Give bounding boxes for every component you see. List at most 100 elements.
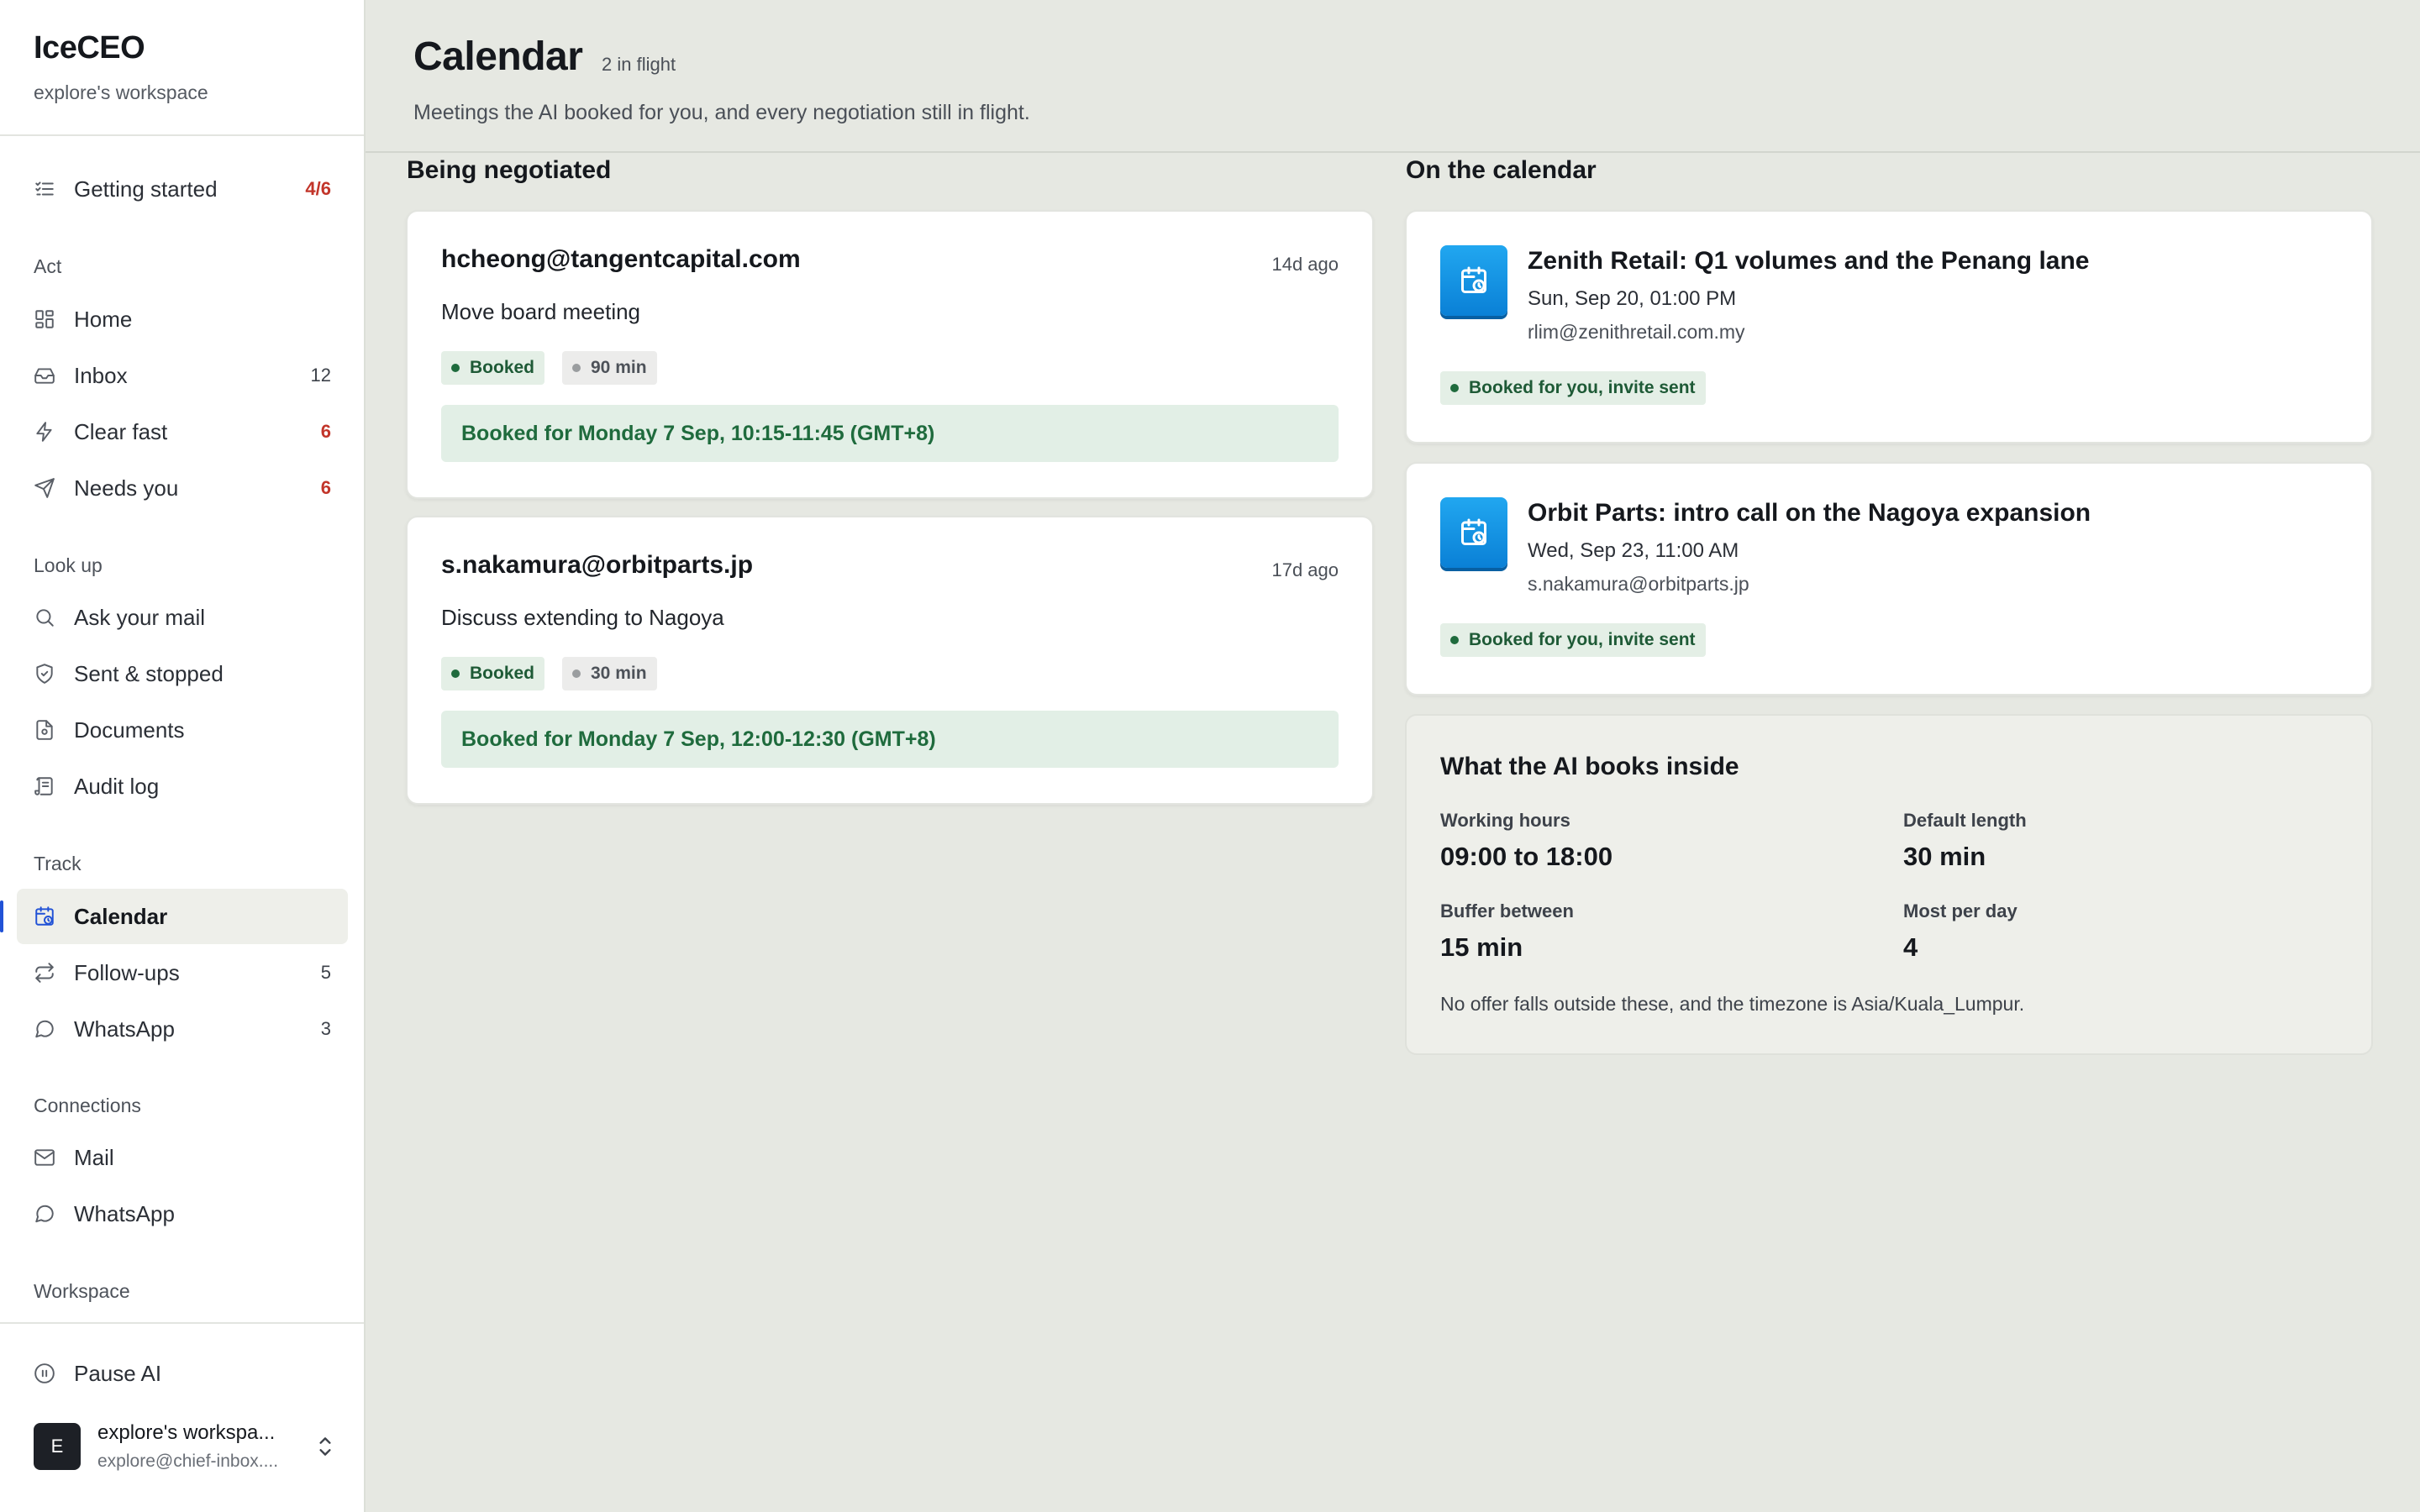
negotiated-heading: Being negotiated (407, 156, 612, 184)
meeting-subject: Discuss extending to Nagoya (441, 605, 724, 630)
grid-icon (34, 308, 55, 330)
chat-bubble-icon (34, 1018, 55, 1040)
sidebar-item-whatsapp[interactable]: WhatsApp 3 (17, 1001, 348, 1057)
negotiation-card[interactable]: hcheong@tangentcapital.com 14d ago Move … (406, 210, 1374, 499)
sidebar-item-follow-ups[interactable]: Follow-ups 5 (17, 945, 348, 1000)
sidebar-item-sent-stopped[interactable]: Sent & stopped (17, 646, 348, 701)
sidebar-item-label: Needs you (74, 475, 179, 501)
document-icon (34, 719, 55, 741)
status-badge: Booked for you, invite sent (1440, 623, 1706, 657)
event-time: Sun, Sep 20, 01:00 PM (1528, 287, 1737, 310)
sidebar-item-clear-fast[interactable]: Clear fast 6 (17, 404, 348, 459)
mail-icon (34, 1147, 55, 1168)
pause-ai-button[interactable]: Pause AI (17, 1346, 348, 1401)
sidebar-item-label: Documents (74, 717, 185, 743)
rules-note: No offer falls outside these, and the ti… (1440, 993, 2025, 1015)
app-name: IceCEO (34, 30, 145, 66)
app-root: IceCEO explore's workspace Getting start… (0, 0, 2420, 1512)
sidebar-item-label: Sent & stopped (74, 660, 224, 686)
main-content: Calendar 2 in flight Meetings the AI boo… (366, 0, 2420, 1512)
sidebar-item-mail[interactable]: Mail (17, 1130, 348, 1185)
send-icon (34, 477, 55, 499)
sidebar: IceCEO explore's workspace Getting start… (0, 0, 366, 1512)
negotiation-card[interactable]: s.nakamura@orbitparts.jp 17d ago Discuss… (406, 516, 1374, 805)
rules-title: What the AI books inside (1440, 753, 1739, 780)
event-title: Orbit Parts: intro call on the Nagoya ex… (1528, 499, 2091, 527)
sidebar-nav: Getting started 4/6 Act Home Inbox 12 Cl… (0, 136, 364, 1320)
sidebar-item-label: WhatsApp (74, 1016, 175, 1042)
status-badge: Booked (441, 657, 545, 690)
section-heading-act: Act (34, 255, 62, 277)
active-indicator (0, 900, 3, 932)
section-heading-connections: Connections (34, 1095, 141, 1116)
age-label: 14d ago (1271, 254, 1339, 275)
buffer-label: Buffer between (1440, 900, 1574, 921)
item-count: 6 (320, 421, 331, 442)
sidebar-item-label: Getting started (74, 176, 218, 202)
status-dot (451, 669, 460, 678)
sidebar-item-whatsapp-connection[interactable]: WhatsApp (17, 1186, 348, 1242)
chat-bubble-icon (34, 1203, 55, 1225)
buffer-value: 15 min (1440, 932, 1523, 962)
sidebar-item-documents[interactable]: Documents (17, 702, 348, 758)
status-badge: Booked (441, 351, 545, 385)
sidebar-item-label: Inbox (74, 362, 128, 388)
chevron-up-down-icon[interactable] (314, 1434, 336, 1459)
calendar-heading: On the calendar (1406, 156, 1597, 184)
lightning-icon (34, 421, 55, 443)
item-count: 5 (320, 962, 331, 983)
default-length-value: 30 min (1903, 842, 1986, 871)
duration-text: 90 min (591, 358, 647, 377)
calendar-event-card[interactable]: Orbit Parts: intro call on the Nagoya ex… (1405, 462, 2373, 696)
status-dot (451, 364, 460, 372)
inbox-icon (34, 365, 55, 386)
sidebar-item-label: Home (74, 306, 133, 332)
sidebar-item-calendar[interactable]: Calendar (0, 889, 348, 944)
pause-icon (34, 1362, 55, 1384)
checklist-icon (34, 178, 55, 200)
sidebar-item-home[interactable]: Home (17, 291, 348, 347)
duration-text: 30 min (591, 664, 647, 683)
duration-badge: 30 min (562, 657, 657, 690)
sidebar-item-label: WhatsApp (74, 1200, 175, 1226)
shield-check-icon (34, 663, 55, 685)
item-count: 6 (320, 477, 331, 498)
sidebar-item-inbox[interactable]: Inbox 12 (17, 348, 348, 403)
page-header: Calendar 2 in flight Meetings the AI boo… (366, 0, 2420, 153)
status-badge: Booked for you, invite sent (1440, 371, 1706, 405)
sidebar-item-needs-you[interactable]: Needs you 6 (17, 460, 348, 516)
workspace-name: explore's workspace (34, 81, 208, 103)
status-text: Booked for you, invite sent (1469, 378, 1696, 397)
page-title: Calendar (413, 34, 583, 79)
progress-count: 4/6 (305, 178, 331, 199)
status-text: Booked (470, 358, 535, 377)
sidebar-item-label: Ask your mail (74, 604, 206, 630)
item-count: 3 (320, 1018, 331, 1039)
event-time: Wed, Sep 23, 11:00 AM (1528, 539, 1739, 562)
sidebar-item-label: Audit log (74, 773, 160, 799)
working-hours-value: 09:00 to 18:00 (1440, 842, 1613, 871)
sidebar-item-label: Calendar (74, 903, 168, 929)
sidebar-footer-divider (0, 1322, 364, 1324)
duration-badge: 90 min (562, 351, 657, 385)
scroll-icon (34, 775, 55, 797)
sidebar-item-label: Clear fast (74, 418, 168, 444)
booked-slot: Booked for Monday 7 Sep, 10:15-11:45 (GM… (441, 405, 1339, 462)
item-count: 12 (310, 365, 331, 386)
user-name: explore's workspa... (97, 1421, 276, 1444)
status-dot (1450, 636, 1459, 644)
calendar-event-card[interactable]: Zenith Retail: Q1 volumes and the Penang… (1405, 210, 2373, 444)
sidebar-item-audit-log[interactable]: Audit log (17, 759, 348, 814)
sidebar-item-getting-started[interactable]: Getting started 4/6 (17, 161, 348, 217)
duration-dot (572, 364, 581, 372)
status-text: Booked (470, 664, 535, 683)
sidebar-item-ask-your-mail[interactable]: Ask your mail (17, 590, 348, 645)
event-contact: s.nakamura@orbitparts.jp (1528, 573, 1749, 595)
workspace-switcher[interactable]: E explore's workspa... explore@chief-inb… (34, 1421, 336, 1472)
avatar: E (34, 1423, 81, 1470)
event-contact: rlim@zenithretail.com.my (1528, 321, 1745, 343)
contact-email: s.nakamura@orbitparts.jp (441, 551, 754, 579)
calendar-clock-icon (1440, 497, 1507, 568)
status-dot (1450, 384, 1459, 392)
booked-slot: Booked for Monday 7 Sep, 12:00-12:30 (GM… (441, 711, 1339, 768)
